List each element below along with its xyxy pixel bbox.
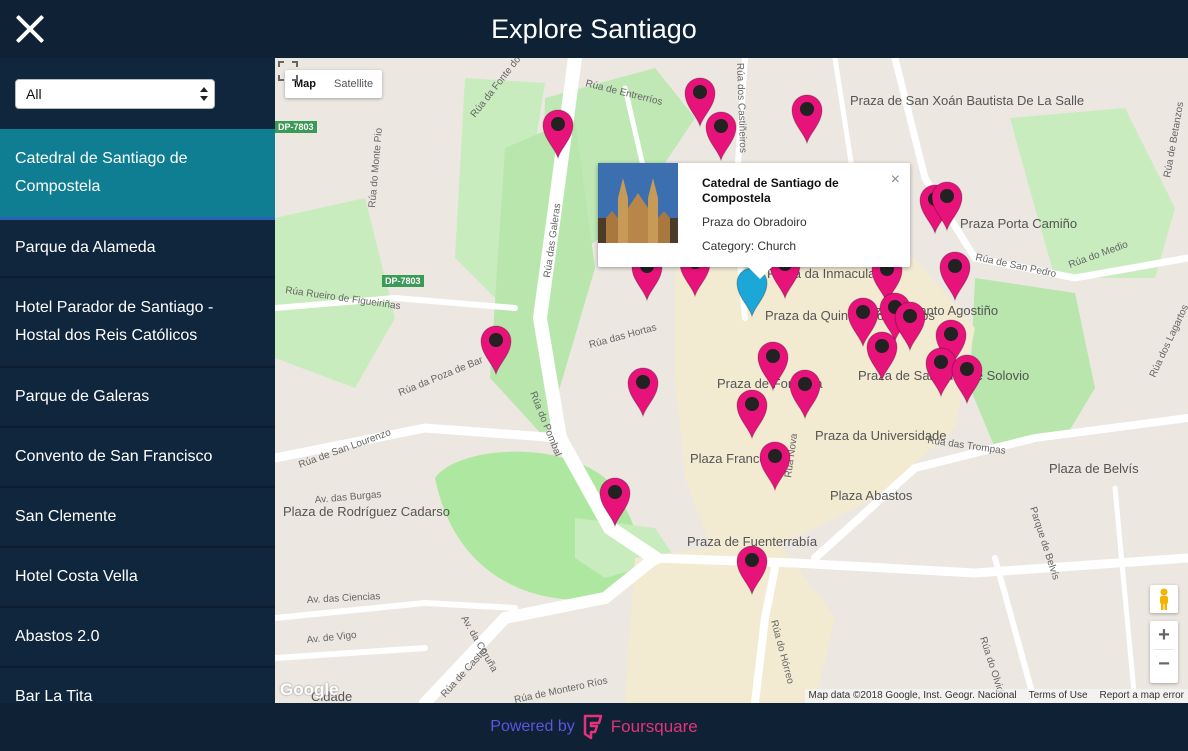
list-item-label: Parque de Galeras — [15, 388, 150, 405]
list-item-label: Hotel Costa Vella — [15, 568, 138, 585]
info-window-category: Category: Church — [702, 239, 797, 253]
map-data-text: Map data ©2018 Google, Inst. Geogr. Naci… — [808, 690, 1017, 701]
list-item-label: Catedral de Santiago de Compostela — [15, 150, 188, 195]
info-window: Catedral de Santiago de Compostela Praza… — [598, 163, 910, 279]
street-label: Rúa das Hortas — [588, 322, 658, 351]
list-item-catedral[interactable]: Catedral de Santiago de Compostela — [0, 129, 275, 220]
map-marker-pin[interactable] — [627, 367, 659, 418]
marker-dot — [948, 259, 962, 273]
zoom-in-button[interactable]: + — [1150, 621, 1178, 649]
road-badge: DP-7803 — [385, 276, 421, 286]
map-type-satellite-button[interactable]: Satellite — [325, 70, 382, 98]
marker-dot — [800, 102, 814, 116]
map-attribution: Map data ©2018 Google, Inst. Geogr. Naci… — [804, 689, 1188, 703]
marker-dot — [903, 309, 917, 323]
list-item-hotel-parador[interactable]: Hotel Parador de Santiago - Hostal dos R… — [0, 278, 275, 368]
map-marker-pin[interactable] — [791, 94, 823, 145]
marker-dot — [875, 339, 889, 353]
zoom-control: + − — [1150, 621, 1178, 683]
marker-dot — [934, 355, 948, 369]
map-label: Praza Porta Camiño — [960, 216, 1077, 231]
street-label: Rúa de Betanzos — [1162, 101, 1186, 178]
places-sidebar: All Catedral de Santiago de Compostela P… — [0, 58, 275, 703]
marker-dot — [693, 85, 707, 99]
street-label: Rúa dos Lagartos — [1148, 303, 1188, 379]
info-window-title: Catedral de Santiago de Compostela — [702, 176, 839, 205]
info-window-close-button[interactable]: × — [891, 171, 900, 189]
list-item-bar-la-tita[interactable]: Bar La Tita — [0, 668, 275, 703]
marker-dot — [636, 375, 650, 389]
cathedral-photo-icon — [598, 163, 678, 243]
map-canvas[interactable]: Praza de San Xoán Bautista De La Salle P… — [275, 58, 1188, 703]
street-label: Rúa de Montero Ríos — [513, 675, 608, 703]
list-item-label: Convento de San Francisco — [15, 448, 213, 465]
road-badge: DP-7803 — [278, 122, 314, 132]
map-label: Plaza de Belvís — [1049, 461, 1139, 476]
zoom-out-button[interactable]: − — [1150, 650, 1178, 678]
map-view[interactable]: Praza de San Xoán Bautista De La Salle P… — [275, 58, 1188, 703]
pegman-icon[interactable] — [1150, 585, 1178, 613]
list-item-label: Parque da Alameda — [15, 239, 156, 256]
pegman-figure-icon — [1160, 588, 1168, 610]
marker-dot — [608, 485, 622, 499]
fullscreen-icon[interactable] — [275, 58, 301, 84]
map-label: Plaza de Rodríguez Cadarso — [283, 504, 450, 519]
terms-link[interactable]: Terms of Use — [1029, 689, 1088, 703]
street-label: Rúa do Monte Pio — [367, 127, 385, 208]
map-label: Plaza Abastos — [830, 488, 913, 503]
list-item-label: Bar La Tita — [15, 688, 93, 703]
info-window-address: Praza do Obradoiro — [702, 215, 807, 229]
list-item-abastos[interactable]: Abastos 2.0 — [0, 608, 275, 668]
google-logo: Google — [280, 680, 339, 699]
category-filter-select[interactable]: All — [15, 79, 215, 109]
old-town-area — [675, 248, 975, 558]
list-item-convento[interactable]: Convento de San Francisco — [0, 428, 275, 488]
filter-selected-value: All — [26, 86, 42, 102]
marker-dot — [856, 305, 870, 319]
list-item-label: San Clemente — [15, 508, 117, 525]
page-title: Explore Santiago — [491, 14, 697, 44]
marker-dot — [551, 117, 565, 131]
street-label: Rúa da Poza de Bar — [397, 355, 485, 399]
foursquare-brand: Foursquare — [610, 717, 698, 736]
list-item-parque-galeras[interactable]: Parque de Galeras — [0, 368, 275, 428]
street-label: Av. de Vigo — [306, 630, 357, 646]
marker-dot — [944, 327, 958, 341]
marker-dot — [768, 449, 782, 463]
marker-dot — [745, 397, 759, 411]
list-item-parque-alameda[interactable]: Parque da Alameda — [0, 220, 275, 278]
map-marker-pin[interactable] — [705, 111, 737, 162]
list-item-san-clemente[interactable]: San Clemente — [0, 488, 275, 548]
marker-dot — [960, 362, 974, 376]
select-arrows-icon — [200, 87, 208, 101]
powered-by-text: Powered by — [490, 718, 575, 735]
list-item-label: Abastos 2.0 — [15, 628, 100, 645]
street-label: Av. das Ciencias — [307, 591, 381, 606]
marker-dot — [714, 119, 728, 133]
footer: Powered by Foursquare — [0, 703, 1188, 751]
marker-dot — [940, 189, 954, 203]
marker-dot — [766, 349, 780, 363]
map-label: Plaza Franco — [690, 451, 767, 466]
app-header: Explore Santiago — [0, 0, 1188, 58]
street-label: Rúa de San Pedro — [974, 252, 1057, 280]
list-item-label: Hotel Parador de Santiago - Hostal dos R… — [15, 299, 214, 344]
marker-dot — [489, 333, 503, 347]
marker-dot — [798, 377, 812, 391]
map-label: Praza de San Xoán Bautista De La Salle — [850, 93, 1084, 108]
street-label: Rúa dos Castiñeiros — [734, 63, 748, 153]
filter-container: All — [0, 58, 275, 129]
report-error-link[interactable]: Report a map error — [1100, 689, 1184, 703]
marker-dot — [745, 553, 759, 567]
foursquare-logo-icon — [583, 714, 603, 740]
list-item-hotel-costa-vella[interactable]: Hotel Costa Vella — [0, 548, 275, 608]
